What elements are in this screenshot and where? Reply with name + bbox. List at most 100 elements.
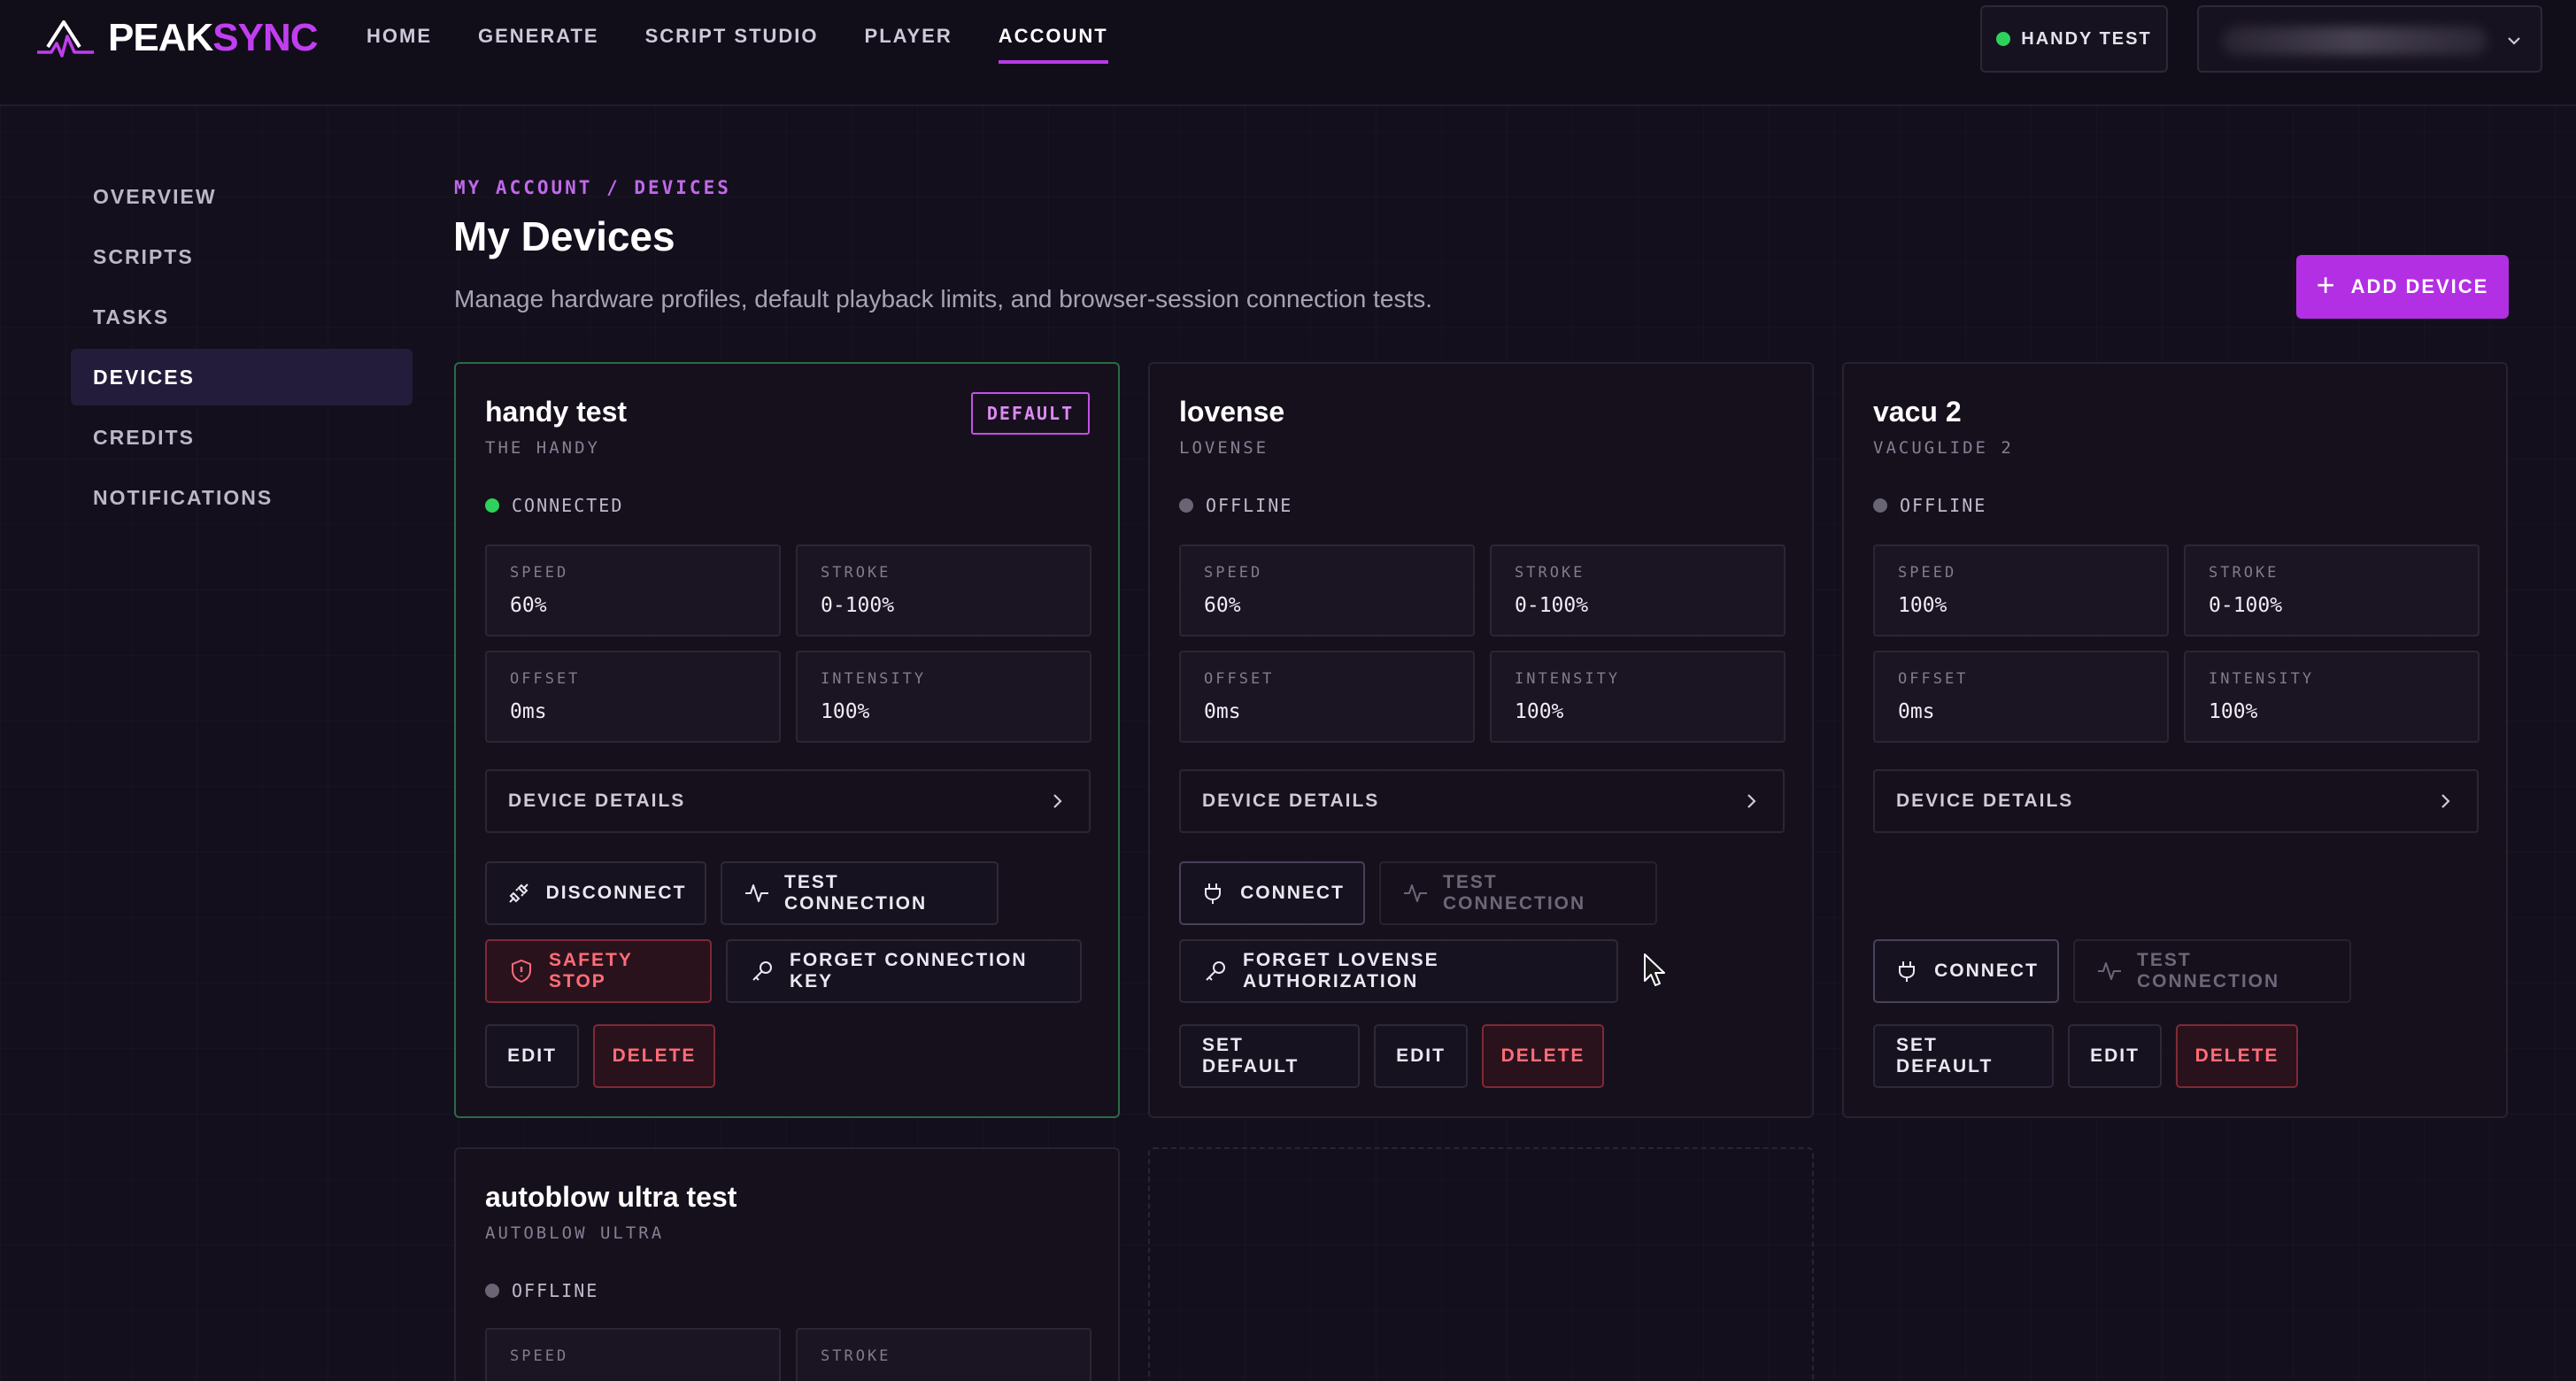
intensity-value: 100% — [821, 700, 870, 723]
sidebar-item-notifications[interactable]: NOTIFICATIONS — [71, 469, 413, 526]
brand-logo[interactable]: PEAKSYNC — [35, 16, 319, 60]
device-details-toggle[interactable]: DEVICE DETAILS — [1179, 769, 1785, 833]
delete-label: DELETE — [2194, 1045, 2279, 1066]
stroke-label: STROKE — [821, 1347, 891, 1365]
test-connection-label: TEST CONNECTION — [2137, 950, 2280, 991]
connected-status-dot — [1996, 32, 2011, 46]
default-badge: DEFAULT — [971, 392, 1090, 435]
device-name: lovense — [1179, 396, 1285, 428]
test-connection-label: TEST CONNECTION — [784, 872, 928, 914]
empty-device-slot — [1148, 1147, 1814, 1381]
offset-stat: OFFSET 0ms — [1179, 651, 1475, 743]
blurred-user-name — [2222, 27, 2487, 55]
forget-lovense-authorization-button[interactable]: FORGET LOVENSE AUTHORIZATION — [1179, 939, 1618, 1003]
stroke-value: 0-100% — [1515, 594, 1589, 617]
offset-value: 0ms — [1204, 700, 1241, 723]
shield-alert-icon — [512, 959, 531, 984]
chevron-right-icon — [2441, 794, 2450, 808]
plus-icon: + — [2316, 266, 2337, 303]
active-device-name: HANDY TEST — [2021, 28, 2152, 49]
device-model: VACUGLIDE 2 — [1873, 438, 2014, 458]
set-default-button[interactable]: SET DEFAULT — [1179, 1024, 1360, 1088]
brand-sync: SYNC — [212, 16, 318, 59]
edit-label: EDIT — [1396, 1045, 1446, 1066]
sidebar-item-overview[interactable]: OVERVIEW — [71, 168, 413, 225]
edit-button[interactable]: EDIT — [485, 1024, 579, 1088]
edit-button[interactable]: EDIT — [1374, 1024, 1468, 1088]
delete-button[interactable]: DELETE — [593, 1024, 715, 1088]
disconnect-button[interactable]: DISCONNECT — [485, 861, 706, 925]
nav-home[interactable]: HOME — [366, 25, 432, 64]
delete-label: DELETE — [1500, 1045, 1585, 1066]
delete-label: DELETE — [612, 1045, 697, 1066]
offset-label: OFFSET — [1204, 670, 1275, 688]
device-details-toggle[interactable]: DEVICE DETAILS — [485, 769, 1091, 833]
test-connection-button[interactable]: TEST CONNECTION — [721, 861, 999, 925]
active-device-pill[interactable]: HANDY TEST — [1980, 5, 2168, 73]
delete-button[interactable]: DELETE — [2176, 1024, 2298, 1088]
speed-label: SPEED — [510, 1347, 569, 1365]
intensity-value: 100% — [1515, 700, 1564, 723]
forget-connection-key-button[interactable]: FORGET CONNECTION KEY — [726, 939, 1082, 1003]
intensity-stat: INTENSITY 100% — [1490, 651, 1785, 743]
intensity-value: 100% — [2209, 700, 2258, 723]
device-card-vacu-2: vacu 2 VACUGLIDE 2 OFFLINE SPEED 100% STR… — [1842, 362, 2508, 1118]
chevron-right-icon — [1747, 794, 1756, 808]
delete-button[interactable]: DELETE — [1482, 1024, 1604, 1088]
stroke-stat: STROKE — [796, 1328, 1091, 1381]
device-card-handy-test: handy test THE HANDY DEFAULT CONNECTED S… — [454, 362, 1120, 1118]
offset-stat: OFFSET 0ms — [1873, 651, 2169, 743]
connect-button[interactable]: CONNECT — [1873, 939, 2059, 1003]
safety-stop-button[interactable]: SAFETY STOP — [485, 939, 712, 1003]
device-card-lovense: lovense LOVENSE OFFLINE SPEED 60% STROKE 0… — [1148, 362, 1814, 1118]
speed-label: SPEED — [1204, 564, 1263, 582]
device-details-label: DEVICE DETAILS — [1202, 791, 1380, 811]
edit-label: EDIT — [507, 1045, 557, 1066]
set-default-label: SET DEFAULT — [1202, 1035, 1300, 1076]
key-icon — [752, 961, 772, 981]
speed-value: 60% — [510, 594, 547, 617]
forget-lovense-label: FORGET LOVENSE AUTHORIZATION — [1243, 950, 1439, 991]
sidebar-item-credits[interactable]: CREDITS — [71, 409, 413, 466]
device-details-toggle[interactable]: DEVICE DETAILS — [1873, 769, 2479, 833]
test-connection-button-disabled: TEST CONNECTION — [2073, 939, 2351, 1003]
device-card-autoblow-ultra-test: autoblow ultra test AUTOBLOW ULTRA OFFLI… — [454, 1147, 1120, 1381]
add-device-button[interactable]: + ADD DEVICE — [2296, 255, 2509, 319]
status-dot — [1873, 498, 1887, 513]
activity-icon — [2098, 962, 2121, 980]
nav-generate[interactable]: GENERATE — [478, 25, 599, 64]
edit-button[interactable]: EDIT — [2068, 1024, 2162, 1088]
device-model: THE HANDY — [485, 438, 600, 458]
nav-account[interactable]: ACCOUNT — [998, 25, 1108, 64]
status-dot — [485, 1284, 499, 1298]
sidebar-item-devices[interactable]: DEVICES — [71, 349, 413, 405]
device-status: OFFLINE — [1873, 495, 1986, 516]
device-name: handy test — [485, 396, 628, 428]
plug-icon — [1899, 961, 1916, 982]
device-status: OFFLINE — [485, 1280, 598, 1301]
stroke-value: 0-100% — [2209, 594, 2283, 617]
unplug-icon — [508, 883, 528, 903]
speed-stat: SPEED 60% — [1179, 544, 1475, 636]
brand-name: PEAKSYNC — [108, 16, 319, 60]
forget-connection-key-label: FORGET CONNECTION KEY — [790, 950, 1028, 991]
nav-player[interactable]: PLAYER — [865, 25, 953, 64]
stroke-label: STROKE — [2209, 564, 2279, 582]
set-default-button[interactable]: SET DEFAULT — [1873, 1024, 2054, 1088]
sidebar-item-tasks[interactable]: TASKS — [71, 289, 413, 345]
key-icon — [1206, 961, 1225, 981]
device-details-label: DEVICE DETAILS — [1896, 791, 2074, 811]
status-text: CONNECTED — [512, 495, 624, 516]
sidebar-item-scripts[interactable]: SCRIPTS — [71, 228, 413, 285]
status-text: OFFLINE — [1206, 495, 1293, 516]
connect-button[interactable]: CONNECT — [1179, 861, 1365, 925]
activity-icon — [745, 884, 768, 902]
speed-label: SPEED — [510, 564, 569, 582]
user-menu[interactable] — [2197, 5, 2542, 73]
device-model: LOVENSE — [1179, 438, 1269, 458]
nav-script-studio[interactable]: SCRIPT STUDIO — [645, 25, 819, 64]
offset-value: 0ms — [510, 700, 547, 723]
page-subtitle: Manage hardware profiles, default playba… — [454, 285, 1433, 312]
speed-value: 100% — [1898, 594, 1947, 617]
activity-icon — [1404, 884, 1427, 902]
